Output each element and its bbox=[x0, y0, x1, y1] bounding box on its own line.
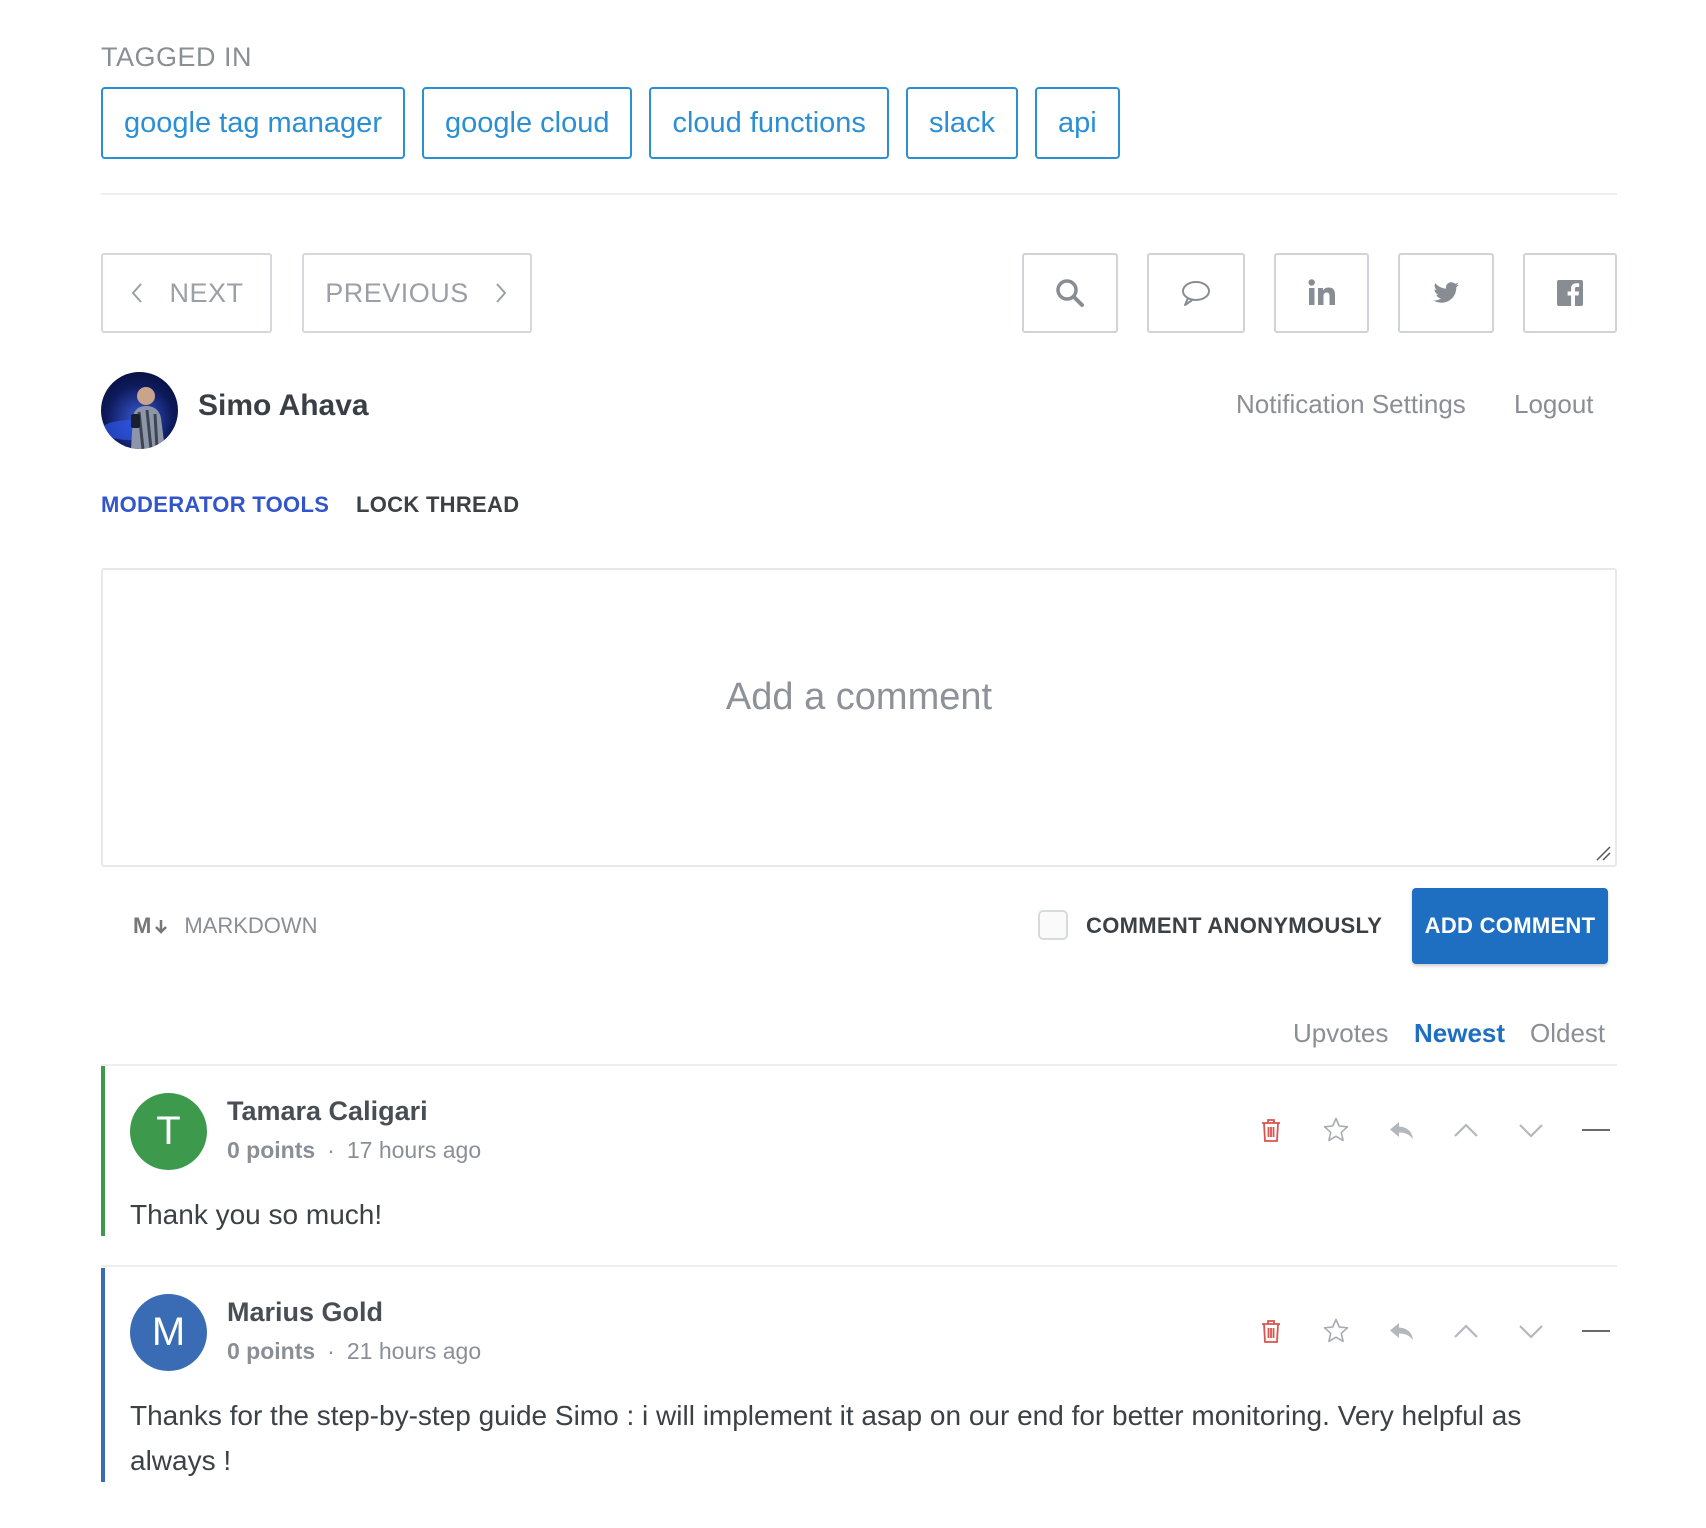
tag-slack[interactable]: slack bbox=[905, 87, 1019, 159]
tagged-in-label: TAGGED IN bbox=[101, 42, 253, 72]
comment-accent-bar bbox=[101, 1066, 105, 1236]
reply-icon bbox=[1389, 1323, 1413, 1340]
moderator-tools-link[interactable]: MODERATOR TOOLS bbox=[101, 492, 329, 518]
chevron-down-icon bbox=[1518, 1124, 1543, 1138]
facebook-button[interactable] bbox=[1523, 253, 1617, 333]
tags-divider bbox=[101, 193, 1617, 195]
star-button[interactable] bbox=[1303, 1110, 1368, 1150]
chevron-down-icon bbox=[1518, 1325, 1543, 1339]
collapse-button[interactable] bbox=[1563, 1311, 1628, 1351]
comment-meta: 0 points · 17 hours ago bbox=[227, 1137, 481, 1164]
lock-thread-link[interactable]: LOCK THREAD bbox=[356, 492, 519, 518]
tag-list: google tag manager google cloud cloud fu… bbox=[101, 87, 1120, 159]
upvote-button[interactable] bbox=[1433, 1110, 1498, 1150]
user-photo bbox=[101, 387, 165, 449]
comment-item: T Tamara Caligari 0 points · 17 hours ag… bbox=[101, 1066, 1617, 1236]
previous-button[interactable]: PREVIOUS bbox=[302, 253, 532, 333]
comment-avatar: M bbox=[130, 1294, 207, 1371]
trash-icon bbox=[1261, 1320, 1280, 1343]
minus-icon bbox=[1581, 1129, 1610, 1131]
comment-item: M Marius Gold 0 points · 21 hours ago Th… bbox=[101, 1268, 1617, 1482]
chevron-up-icon bbox=[1453, 1324, 1478, 1338]
downvote-button[interactable] bbox=[1498, 1110, 1563, 1150]
comment-author[interactable]: Marius Gold bbox=[227, 1297, 383, 1328]
markdown-icon: M bbox=[133, 913, 168, 939]
trash-icon bbox=[1261, 1119, 1280, 1142]
star-icon bbox=[1323, 1318, 1348, 1343]
comment-points: 0 points bbox=[227, 1137, 316, 1163]
twitter-button[interactable] bbox=[1398, 253, 1494, 333]
comment-time[interactable]: 21 hours ago bbox=[347, 1338, 481, 1365]
tag-api[interactable]: api bbox=[1035, 87, 1120, 159]
comment-actions bbox=[1238, 1311, 1628, 1351]
reply-button[interactable] bbox=[1368, 1311, 1433, 1351]
star-button[interactable] bbox=[1303, 1311, 1368, 1351]
comment-input[interactable] bbox=[103, 570, 1615, 865]
comment-time[interactable]: 17 hours ago bbox=[347, 1137, 481, 1164]
delete-button[interactable] bbox=[1238, 1110, 1303, 1150]
chevron-right-icon bbox=[496, 283, 507, 303]
user-name: Simo Ahava bbox=[198, 389, 369, 422]
comment-actions bbox=[1238, 1110, 1628, 1150]
comment-author[interactable]: Tamara Caligari bbox=[227, 1096, 428, 1127]
markdown-icon-letter: M bbox=[133, 913, 152, 938]
previous-label: PREVIOUS bbox=[325, 277, 469, 308]
comment-avatar: T bbox=[130, 1093, 207, 1170]
comment-divider bbox=[101, 1265, 1617, 1267]
anonymous-checkbox[interactable] bbox=[1038, 910, 1068, 940]
reply-button[interactable] bbox=[1368, 1110, 1433, 1150]
star-icon bbox=[1323, 1117, 1348, 1142]
comments-button[interactable] bbox=[1147, 253, 1245, 333]
comment-body: Thanks for the step-by-step guide Simo :… bbox=[130, 1400, 1522, 1476]
comment-icon bbox=[1182, 281, 1210, 306]
meta-separator: · bbox=[327, 1338, 335, 1364]
collapse-button[interactable] bbox=[1563, 1110, 1628, 1150]
notification-settings-link[interactable]: Notification Settings bbox=[1236, 389, 1466, 420]
resize-grip-icon[interactable] bbox=[1595, 845, 1611, 861]
chevron-up-icon bbox=[1453, 1123, 1478, 1137]
comment-points: 0 points bbox=[227, 1338, 316, 1364]
downvote-button[interactable] bbox=[1498, 1311, 1563, 1351]
tag-google-cloud[interactable]: google cloud bbox=[421, 87, 633, 159]
search-icon bbox=[1056, 279, 1084, 307]
markdown-label: MARKDOWN bbox=[184, 913, 318, 938]
sort-newest[interactable]: Newest bbox=[1414, 1018, 1505, 1049]
markdown-hint: M MARKDOWN bbox=[133, 913, 318, 939]
user-avatar bbox=[101, 372, 178, 449]
chevron-left-icon bbox=[132, 283, 143, 303]
comment-body: Thank you so much! bbox=[130, 1199, 383, 1230]
twitter-icon bbox=[1433, 282, 1459, 303]
tag-cloud-functions[interactable]: cloud functions bbox=[649, 87, 889, 159]
next-button[interactable]: NEXT bbox=[101, 253, 272, 333]
reply-icon bbox=[1389, 1122, 1413, 1139]
sort-oldest[interactable]: Oldest bbox=[1530, 1018, 1605, 1049]
upvote-button[interactable] bbox=[1433, 1311, 1498, 1351]
add-comment-button[interactable]: ADD COMMENT bbox=[1412, 888, 1608, 964]
comment-meta: 0 points · 21 hours ago bbox=[227, 1338, 481, 1365]
arrow-down-icon bbox=[155, 920, 168, 934]
linkedin-icon bbox=[1308, 279, 1335, 305]
logout-link[interactable]: Logout bbox=[1514, 389, 1594, 420]
meta-separator: · bbox=[327, 1137, 335, 1163]
facebook-icon bbox=[1557, 280, 1583, 306]
linkedin-button[interactable] bbox=[1274, 253, 1369, 333]
comment-composer bbox=[101, 568, 1617, 867]
next-label: NEXT bbox=[169, 277, 244, 308]
sort-upvotes[interactable]: Upvotes bbox=[1293, 1018, 1388, 1049]
anonymous-label[interactable]: COMMENT ANONYMOUSLY bbox=[1086, 913, 1382, 939]
comment-accent-bar bbox=[101, 1268, 105, 1482]
tag-google-tag-manager[interactable]: google tag manager bbox=[101, 87, 405, 159]
minus-icon bbox=[1581, 1330, 1610, 1332]
search-button[interactable] bbox=[1022, 253, 1118, 333]
delete-button[interactable] bbox=[1238, 1311, 1303, 1351]
